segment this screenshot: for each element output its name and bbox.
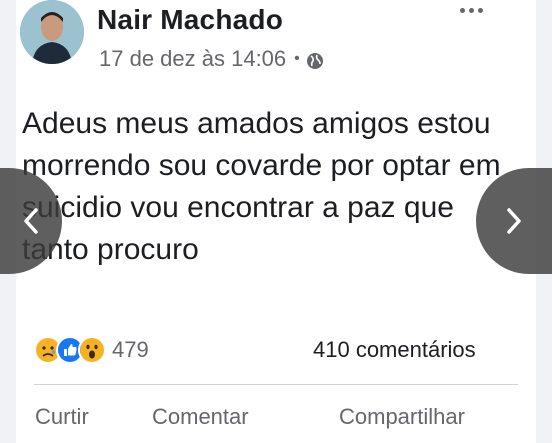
- comment-button[interactable]: Comentar: [152, 404, 249, 430]
- reactions-summary[interactable]: 479: [34, 336, 149, 364]
- more-options-button[interactable]: [460, 8, 483, 13]
- post-timestamp[interactable]: 17 de dez às 14:06: [99, 46, 286, 72]
- author-avatar[interactable]: [20, 0, 84, 64]
- reaction-count: 479: [112, 337, 149, 362]
- action-bar: Curtir Comentar Compartilhar: [0, 404, 552, 436]
- chevron-right-icon: [507, 208, 521, 234]
- wow-icon: [78, 336, 106, 364]
- chevron-left-icon: [24, 208, 38, 234]
- author-name[interactable]: Nair Machado: [97, 4, 283, 36]
- ellipsis-icon: [460, 8, 465, 13]
- meta-separator: •: [294, 50, 300, 67]
- like-button[interactable]: Curtir: [35, 404, 89, 430]
- actions-divider: [34, 384, 518, 385]
- comments-count-link[interactable]: 410 comentários: [313, 337, 476, 363]
- share-button[interactable]: Compartilhar: [339, 404, 465, 430]
- post-text: Adeus meus amados amigos estou morrendo …: [22, 107, 501, 266]
- post-meta: 17 de dez às 14:06 •: [99, 46, 324, 72]
- globe-icon[interactable]: [306, 50, 324, 69]
